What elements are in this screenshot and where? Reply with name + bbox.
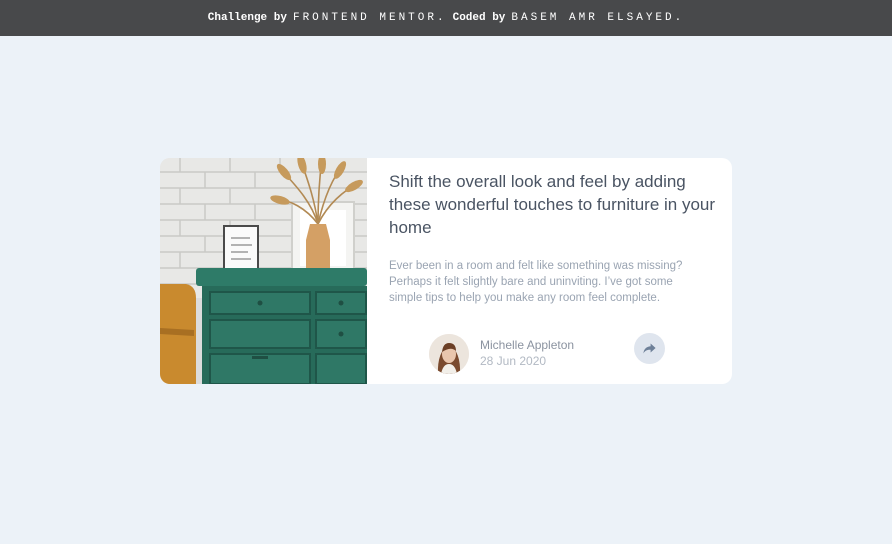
attribution-coded-by: Coded by (452, 12, 506, 24)
article-title[interactable]: Shift the overall look and feel by addin… (389, 170, 719, 239)
article-preview-card: Shift the overall look and feel by addin… (160, 158, 732, 384)
attribution-prefix: Challenge by (207, 12, 287, 24)
card-content: Shift the overall look and feel by addin… (367, 158, 732, 384)
share-button[interactable] (634, 333, 665, 364)
attribution-bar: Challenge by FRONTEND MENTOR. Coded by BASE… (0, 0, 892, 36)
author-name: Michelle Appleton (480, 338, 575, 352)
share-icon (643, 343, 656, 354)
author-link[interactable]: BASEM AMR ELSAYED. (511, 12, 684, 24)
author-avatar (429, 334, 469, 374)
drawers-illustration (160, 158, 367, 384)
article-description: Ever been in a room and felt like someth… (389, 260, 683, 304)
publish-date: 28 Jun 2020 (480, 354, 547, 368)
frontend-mentor-link[interactable]: FRONTEND MENTOR. (293, 12, 447, 24)
drawers-image (160, 158, 367, 384)
